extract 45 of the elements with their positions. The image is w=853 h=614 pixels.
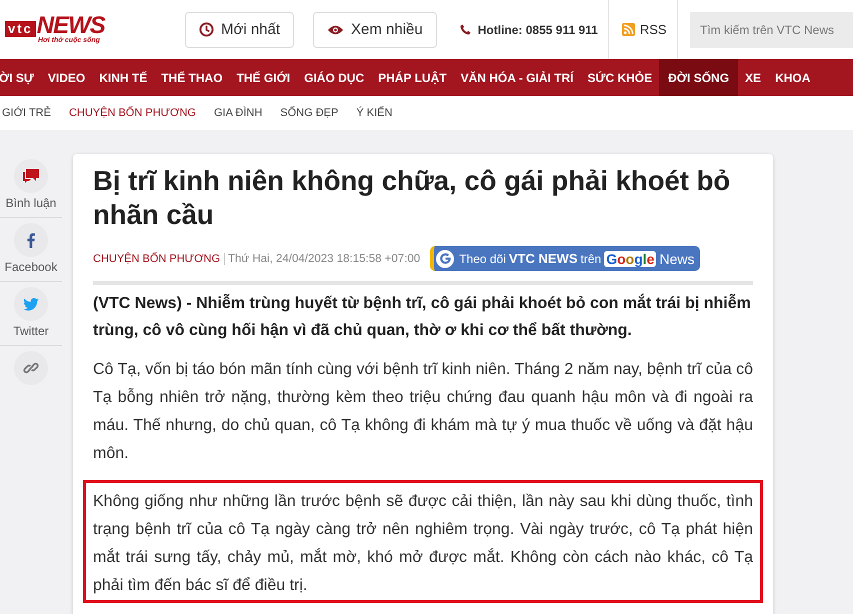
nav-tab[interactable]: VĂN HÓA - GIẢI TRÍ	[454, 59, 580, 96]
nav-tab[interactable]: VIDEO	[40, 59, 92, 96]
share-label: Twitter	[13, 324, 49, 338]
nav-tab[interactable]: THỂ THAO	[154, 59, 230, 96]
share-button[interactable]	[14, 159, 48, 193]
article-paragraph: Cô Tạ, vốn bị táo bón mãn tính cùng với bệnh trĩ kinh niên. Tháng 2 năm nay, bệnh trĩ của cô Tạ bỗng nhiên trở nặng, thường kèm theo triệu chứng đau quanh hậu môn và đi ngoài ra máu. Thế nhưng, do chủ quan, cô Tạ không đi khám mà tự ý mua thuốc về uống và đặt hậu môn.	[93, 360, 753, 464]
nav-tab[interactable]: XE	[738, 59, 768, 96]
logo-vtc[interactable]: vtc	[5, 21, 36, 37]
logo-news[interactable]: NEWS	[36, 15, 105, 37]
follow-google-news-button[interactable]: Theo dõi VTC NEWS trên Google News	[430, 246, 700, 271]
comment-icon	[22, 168, 40, 184]
article-lead: (VTC News) - Nhiễm trùng huyết từ bệnh trĩ, cô gái phải khoét bỏ con mắt trái bị nhiễm trùng, cô vô cùng hối hận vì đã chủ quan, thờ ơ khi cơ thể bất thường.	[93, 292, 752, 341]
hotline-text[interactable]: Hotline: 0855 911 911	[478, 22, 598, 36]
publish-date: Thứ Hai, 24/04/2023 18:15:58 +07:00	[228, 252, 420, 264]
subnav-link[interactable]: GIA ĐÌNH	[214, 107, 262, 119]
highlighted-paragraph: Không giống như những lần trước bệnh sẽ được cải thiện, lần này sau khi dùng thuốc, tình trạng bệnh trĩ của cô Tạ ngày càng trở nên nghiêm trọng. Vài ngày trước, cô Tạ phát hiện mắt trái sưng tấy, chảy mủ, mắt mờ, khó mở được mắt. Không còn cách nào khác, cô Tạ phải tìm đến bác sĩ để điều trị.	[83, 480, 763, 603]
most-viewed-button[interactable]: Xem nhiều	[313, 12, 437, 48]
subnav-link[interactable]: SỐNG ĐẸP	[280, 107, 338, 119]
share-label: Bình luận	[6, 196, 56, 210]
eye-icon	[327, 24, 344, 36]
share-label: Facebook	[4, 260, 58, 274]
nav-tab[interactable]: KHOA	[768, 59, 818, 96]
subnav-link[interactable]: Ý KIẾN	[356, 107, 392, 119]
twitter-icon	[23, 298, 39, 310]
nav-tab[interactable]: KINH TẾ	[92, 59, 154, 96]
share-button[interactable]	[14, 223, 48, 257]
category-link[interactable]: CHUYỆN BỐN PHƯƠNG	[93, 252, 226, 264]
facebook-icon	[27, 232, 35, 248]
subnav-link[interactable]: CHUYỆN BỐN PHƯƠNG	[68, 107, 196, 119]
article-title: Bị trĩ kinh niên không chữa, cô gái phải khoét bỏ nhãn cầu	[93, 164, 732, 232]
clock-icon	[199, 22, 214, 37]
nav-tab[interactable]: SỨC KHỎE	[580, 59, 660, 96]
rss-icon	[622, 23, 635, 36]
nav-tab[interactable]: ĐỜI SỐNG	[659, 59, 738, 96]
google-icon	[438, 252, 452, 265]
search-field[interactable]: Tìm kiếm trên VTC News	[690, 12, 853, 48]
nav-tab[interactable]: GIÁO DỤC	[297, 59, 372, 96]
link-icon	[23, 360, 39, 376]
nav-tab[interactable]: THẾ GIỚI	[230, 59, 298, 96]
subnav-link[interactable]: GIỚI TRẺ	[2, 107, 51, 119]
rss-link[interactable]: RSS	[640, 22, 667, 37]
share-button[interactable]	[14, 351, 48, 385]
latest-button[interactable]: Mới nhất	[185, 12, 294, 48]
nav-tab[interactable]: PHÁP LUẬT	[371, 59, 454, 96]
phone-icon	[460, 24, 471, 35]
